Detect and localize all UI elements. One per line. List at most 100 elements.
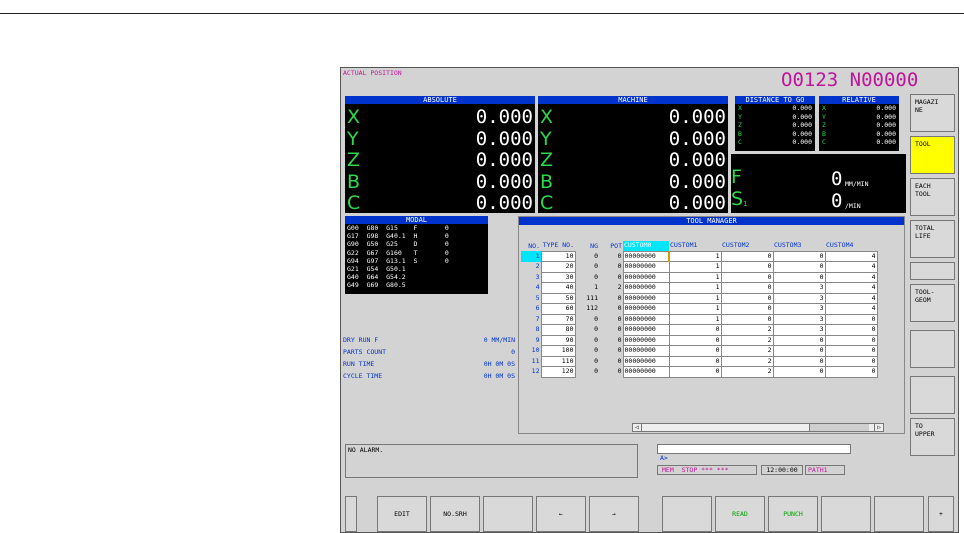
tool-table-cell: 0 xyxy=(594,335,598,344)
bottom-softkey-5[interactable]: → xyxy=(589,496,639,532)
tool-table-cell[interactable]: 4 xyxy=(824,303,878,315)
right-softkey-blank-4[interactable] xyxy=(910,262,955,280)
bottom-softkey-8[interactable]: PUNCH xyxy=(768,496,818,532)
tool-table-cell[interactable]: 00000000 xyxy=(622,261,670,273)
tool-table-cell[interactable]: 2 xyxy=(720,334,774,346)
tool-table-cell[interactable]: 0 xyxy=(720,261,774,273)
tool-table-cell[interactable]: 0 xyxy=(772,271,826,283)
tool-table-cell[interactable]: 1 xyxy=(668,313,722,325)
tool-table-cell[interactable]: 0 xyxy=(720,282,774,294)
tool-table-cell[interactable]: 0 xyxy=(772,355,826,367)
tool-table-cell[interactable]: 0 xyxy=(668,334,722,346)
right-softkey-magazi-ne[interactable]: MAGAZI NE xyxy=(910,94,955,132)
scrollbar-thumb[interactable] xyxy=(809,424,869,431)
tool-table-cell[interactable]: 1 xyxy=(668,271,722,283)
tool-table-cell[interactable]: 2 xyxy=(720,345,774,357)
tool-table-cell[interactable]: 0 xyxy=(772,345,826,357)
bottom-softkey-0[interactable] xyxy=(345,496,357,532)
tool-table-cell[interactable]: 1 xyxy=(668,261,722,273)
tool-table-cell[interactable]: 70 xyxy=(540,313,576,325)
tool-table-cell[interactable]: 0 xyxy=(668,355,722,367)
tool-table-cell[interactable]: 4 xyxy=(824,292,878,304)
tool-table-cell[interactable]: 00000000 xyxy=(622,303,670,315)
tool-table-cell[interactable]: 1 xyxy=(668,250,722,262)
tool-table-cell[interactable]: 0 xyxy=(668,345,722,357)
bottom-softkey-1[interactable]: EDIT xyxy=(377,496,427,532)
tool-table-cell[interactable]: 0 xyxy=(772,366,826,378)
tool-table-cell[interactable]: 0 xyxy=(824,334,878,346)
tool-table-cell[interactable]: 00000000 xyxy=(622,355,670,367)
tool-table-cell[interactable]: 0 xyxy=(772,334,826,346)
scroll-right-icon[interactable]: ▷ xyxy=(874,424,883,431)
bottom-softkey-11[interactable]: + xyxy=(928,496,954,532)
tool-table-cell[interactable]: 4 xyxy=(824,271,878,283)
right-softkey-tool[interactable]: TOOL xyxy=(910,136,955,174)
tool-table-cell[interactable]: 2 xyxy=(720,366,774,378)
tool-table-cell[interactable]: 60 xyxy=(540,303,576,315)
bottom-softkey-3[interactable] xyxy=(483,496,533,532)
right-softkey-tool-geom[interactable]: TOOL- GEOM xyxy=(910,284,955,322)
tool-table-cell[interactable]: 0 xyxy=(668,324,722,336)
tool-table-cell[interactable]: 2 xyxy=(720,355,774,367)
tool-table-cell[interactable]: 4 xyxy=(824,250,878,262)
tool-table-cell[interactable]: 0 xyxy=(720,292,774,304)
right-softkey-total-life[interactable]: TOTAL LIFE xyxy=(910,220,955,258)
tool-table-cell[interactable]: 00000000 xyxy=(622,271,670,283)
tool-table-cell[interactable]: 110 xyxy=(540,355,576,367)
tool-table-cell[interactable]: 90 xyxy=(540,334,576,346)
tool-column-header: NG xyxy=(590,241,598,250)
tool-table-cell[interactable]: 0 xyxy=(720,250,774,262)
tool-table-cell[interactable]: 30 xyxy=(540,271,576,283)
tool-table-cell[interactable]: 0 xyxy=(720,303,774,315)
tool-table-cell[interactable]: 3 xyxy=(772,324,826,336)
horizontal-scrollbar[interactable]: ◁ ▷ xyxy=(632,423,884,432)
tool-table-cell[interactable]: 00000000 xyxy=(622,282,670,294)
tool-table-cell[interactable]: 10 xyxy=(540,250,576,262)
right-softkey-each-tool[interactable]: EACH TOOL xyxy=(910,178,955,216)
tool-table-cell[interactable]: 4 xyxy=(824,261,878,273)
tool-table-cell[interactable]: 3 xyxy=(772,313,826,325)
bottom-softkey-4[interactable]: ← xyxy=(536,496,586,532)
tool-table-cell[interactable]: 3 xyxy=(772,303,826,315)
bottom-softkey-10[interactable] xyxy=(874,496,924,532)
tool-table-cell[interactable]: 80 xyxy=(540,324,576,336)
tool-table-cell[interactable]: 0 xyxy=(824,366,878,378)
key-input-line[interactable]: A> xyxy=(657,444,851,462)
tool-table-cell[interactable]: 0 xyxy=(824,355,878,367)
tool-table-cell[interactable]: 120 xyxy=(540,366,576,378)
tool-table-cell[interactable]: 0 xyxy=(720,313,774,325)
bottom-softkey-7[interactable]: READ xyxy=(715,496,765,532)
tool-table-cell[interactable]: 3 xyxy=(772,282,826,294)
tool-table-cell[interactable]: 0 xyxy=(668,366,722,378)
tool-table-cell[interactable]: 40 xyxy=(540,282,576,294)
right-softkey-to-upper[interactable]: TO UPPER xyxy=(910,418,955,456)
tool-table-cell[interactable]: 4 xyxy=(824,282,878,294)
tool-table-cell[interactable]: 100 xyxy=(540,345,576,357)
tool-table-cell[interactable]: 0 xyxy=(772,250,826,262)
tool-table-cell[interactable]: 00000000 xyxy=(622,345,670,357)
tool-table-cell[interactable]: 00000000 xyxy=(622,324,670,336)
bottom-softkey-2[interactable]: NO.SRH xyxy=(430,496,480,532)
tool-table-cell[interactable]: 00000000 xyxy=(622,250,670,262)
tool-table-cell[interactable]: 00000000 xyxy=(622,292,670,304)
bottom-softkey-9[interactable] xyxy=(821,496,871,532)
tool-table-cell[interactable]: 0 xyxy=(720,271,774,283)
tool-table-cell[interactable]: 2 xyxy=(720,324,774,336)
tool-table-cell[interactable]: 20 xyxy=(540,261,576,273)
scroll-left-icon[interactable]: ◁ xyxy=(633,424,642,431)
right-softkey-blank-6[interactable] xyxy=(910,330,955,368)
tool-table-cell[interactable]: 00000000 xyxy=(622,366,670,378)
bottom-softkey-6[interactable] xyxy=(662,496,712,532)
tool-table-cell[interactable]: 0 xyxy=(824,324,878,336)
tool-table-cell[interactable]: 1 xyxy=(668,282,722,294)
tool-table-cell[interactable]: 0 xyxy=(824,345,878,357)
tool-table-cell[interactable]: 3 xyxy=(772,292,826,304)
tool-table-cell[interactable]: 0 xyxy=(824,313,878,325)
tool-table-cell[interactable]: 1 xyxy=(668,303,722,315)
tool-table-cell[interactable]: 50 xyxy=(540,292,576,304)
tool-table-cell[interactable]: 00000000 xyxy=(622,313,670,325)
right-softkey-blank-7[interactable] xyxy=(910,376,955,414)
tool-table-cell[interactable]: 0 xyxy=(772,261,826,273)
tool-table-cell[interactable]: 00000000 xyxy=(622,334,670,346)
tool-table-cell[interactable]: 1 xyxy=(668,292,722,304)
